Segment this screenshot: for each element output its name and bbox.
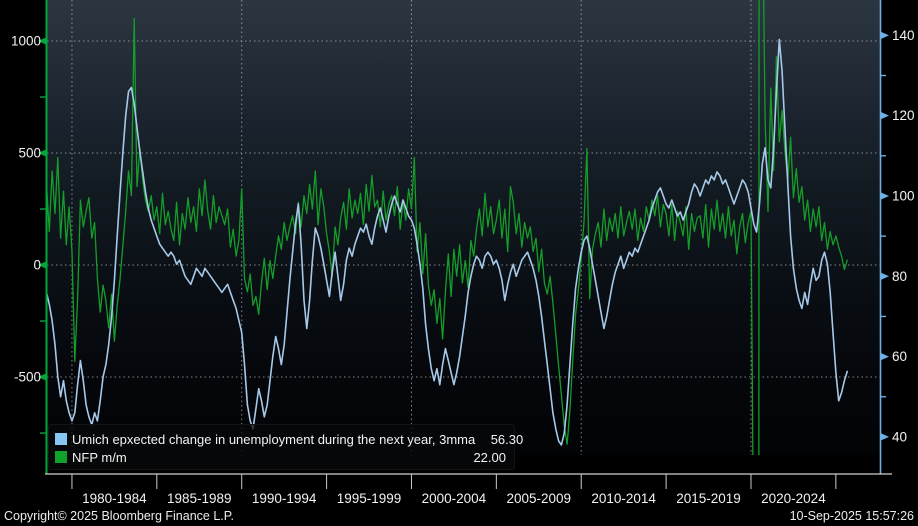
chart-legend: Umich epxected change in unemployment du… bbox=[48, 424, 523, 470]
x-axis-period-label: 2000-2004 bbox=[422, 491, 487, 506]
nfp-series-label: NFP m/m bbox=[72, 449, 127, 465]
umich-series-swatch bbox=[55, 433, 67, 445]
left-axis-tick-label: 1000 bbox=[11, 33, 41, 48]
x-axis-period-label: 1995-1999 bbox=[337, 491, 402, 506]
copyright-text: Copyright© 2025 Bloomberg Finance L.P. bbox=[4, 509, 234, 523]
right-axis-tick-label: 140 bbox=[892, 28, 915, 43]
right-axis-tick-arrow bbox=[880, 191, 889, 200]
x-axis-period-label: 2020-2024 bbox=[761, 491, 826, 506]
x-axis-period-label: 1990-1994 bbox=[252, 491, 317, 506]
right-axis-tick-label: 100 bbox=[892, 188, 915, 203]
legend-row-umich[interactable]: Umich epxected change in unemployment du… bbox=[55, 430, 523, 448]
right-axis-tick-arrow bbox=[880, 111, 889, 120]
x-axis-period-label: 2015-2019 bbox=[676, 491, 741, 506]
chart-footer: Copyright© 2025 Bloomberg Finance L.P. 1… bbox=[0, 508, 918, 526]
right-axis-tick-arrow bbox=[880, 272, 889, 281]
right-axis-tick-arrow bbox=[880, 432, 889, 441]
x-axis-period-label: 1980-1984 bbox=[82, 491, 147, 506]
x-axis-period-label: 1985-1989 bbox=[167, 491, 232, 506]
right-axis-tick-arrow bbox=[880, 31, 889, 40]
legend-row-nfp[interactable]: NFP m/m 22.00 bbox=[55, 448, 506, 466]
right-axis-tick-label: 120 bbox=[892, 108, 915, 123]
nfp-series-swatch bbox=[55, 451, 67, 463]
right-axis-tick-label: 80 bbox=[892, 269, 907, 284]
umich-series-label: Umich epxected change in unemployment du… bbox=[72, 431, 476, 447]
x-axis-period-label: 2005-2009 bbox=[507, 491, 572, 506]
bloomberg-chart-window: 1000 500 0 -500 140 120 100 80 60 40 1980-1984 1985… bbox=[0, 0, 918, 526]
left-axis-tick-label: 500 bbox=[18, 146, 41, 161]
umich-series-value: 56.30 bbox=[490, 431, 524, 447]
nfp-series-value: 22.00 bbox=[473, 449, 506, 465]
right-axis-tick-label: 40 bbox=[892, 429, 907, 444]
right-axis-tick-label: 60 bbox=[892, 349, 907, 364]
left-axis-tick-label: 0 bbox=[33, 258, 41, 273]
x-axis-period-label: 2010-2014 bbox=[591, 491, 656, 506]
timestamp-text: 10-Sep-2025 15:57:26 bbox=[789, 509, 914, 523]
left-axis-tick-label: -500 bbox=[14, 370, 41, 385]
right-axis-tick-arrow bbox=[880, 352, 889, 361]
